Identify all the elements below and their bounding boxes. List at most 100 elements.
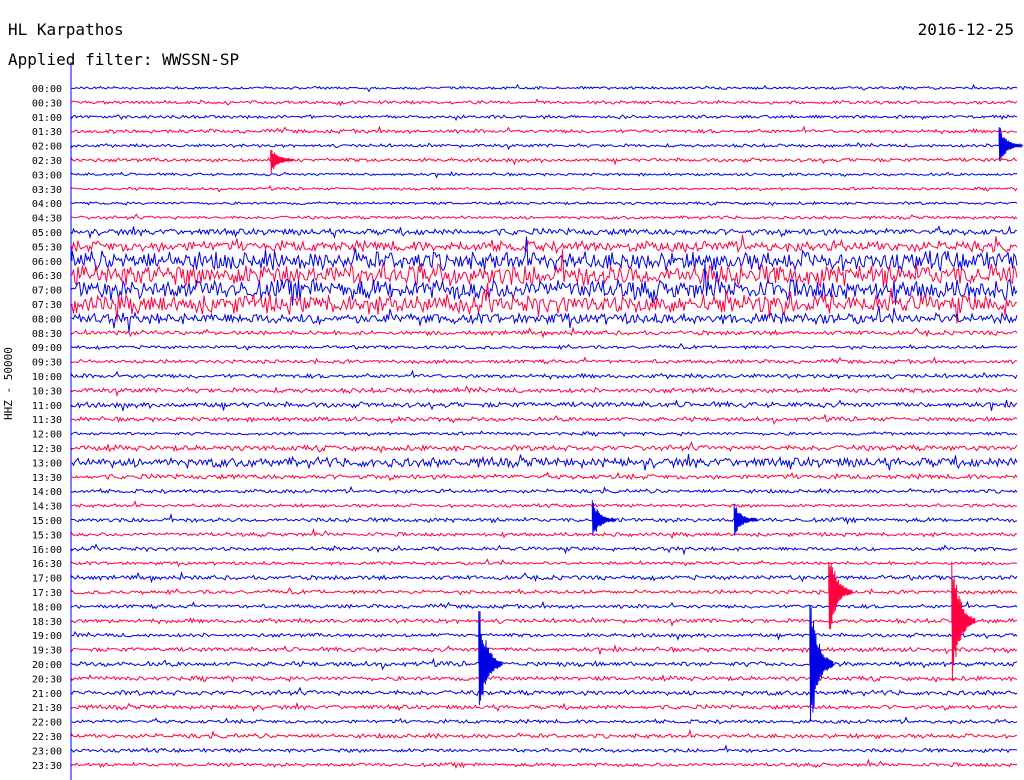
- time-labels: 00:00 00:30 01:00 01:30 02:00 02:30 03:00 03:30…: [32, 84, 62, 772]
- trace-row: [71, 631, 1018, 641]
- trace-row: [71, 485, 1018, 495]
- time-label: 15:30: [32, 530, 62, 541]
- time-label: 18:00: [32, 602, 62, 613]
- time-label: 17:30: [32, 588, 62, 599]
- time-label: 19:30: [32, 646, 62, 657]
- trace-row: [71, 586, 1018, 596]
- time-label: 14:00: [32, 487, 62, 498]
- time-label: 09:00: [32, 343, 62, 354]
- trace-row: [71, 600, 1018, 610]
- trace-row: [71, 142, 1018, 151]
- time-label: 20:30: [32, 674, 62, 685]
- trace-row: [71, 673, 1018, 684]
- time-label: 13:30: [32, 473, 62, 484]
- trace-row: [71, 571, 1018, 584]
- trace-row: [71, 224, 1018, 240]
- time-label: 21:30: [32, 703, 62, 714]
- trace-row: [71, 558, 1018, 568]
- trace-row: [71, 356, 1018, 365]
- time-label: 22:00: [32, 718, 62, 729]
- time-label: 01:00: [32, 113, 62, 124]
- trace-row: [71, 643, 1018, 655]
- trace-row: [71, 83, 1018, 93]
- time-label: 03:30: [32, 185, 62, 196]
- traces: [71, 83, 1018, 770]
- trace-row: [71, 234, 1018, 255]
- trace-row: [71, 125, 1017, 135]
- time-label: 04:30: [32, 214, 62, 225]
- time-label: 17:00: [32, 574, 62, 585]
- time-label: 23:00: [32, 746, 62, 757]
- time-label: 04:00: [32, 199, 62, 210]
- trace-row: [71, 471, 1018, 482]
- trace-row: [71, 543, 1018, 556]
- station-name: HL Karpathos: [8, 20, 124, 39]
- seismogram-plot: 00:00 00:30 01:00 01:30 02:00 02:30 03:00 03:30…: [32, 62, 1023, 780]
- time-label: 13:00: [32, 458, 62, 469]
- trace-row: [71, 305, 1018, 333]
- trace-row: [71, 98, 1018, 107]
- trace-row: [71, 369, 1018, 380]
- time-label: 16:30: [32, 559, 62, 570]
- event-spikes: [270, 127, 1023, 722]
- time-label: 00:00: [32, 84, 62, 95]
- channel-label: HHZ - 50000: [2, 347, 15, 420]
- trace-row: [71, 185, 1018, 193]
- time-label: 00:30: [32, 98, 62, 109]
- applied-filter: Applied filter: WWSSN-SP: [8, 50, 240, 69]
- trace-row: [71, 728, 1018, 740]
- trace-row: [71, 527, 1018, 540]
- trace-row: [71, 114, 1018, 121]
- trace-row: [71, 157, 1017, 166]
- trace-row: [71, 441, 1018, 454]
- trace-row: [71, 758, 1018, 770]
- trace-row: [71, 686, 1018, 697]
- time-label: 11:00: [32, 401, 62, 412]
- trace-row: [71, 326, 1018, 339]
- time-label: 21:00: [32, 689, 62, 700]
- time-label: 02:00: [32, 142, 62, 153]
- event-spike: [270, 149, 295, 174]
- record-date: 2016-12-25: [917, 20, 1014, 39]
- trace-row: [71, 200, 1018, 207]
- time-label: 08:30: [32, 329, 62, 340]
- trace-row: [71, 430, 1018, 437]
- time-label: 15:00: [32, 516, 62, 527]
- time-label: 16:00: [32, 545, 62, 556]
- trace-row: [71, 657, 1018, 671]
- time-label: 07:00: [32, 286, 62, 297]
- time-label: 03:00: [32, 170, 62, 181]
- trace-row: [71, 342, 1018, 351]
- time-label: 12:00: [32, 430, 62, 441]
- trace-row: [71, 616, 1018, 627]
- time-label: 23:30: [32, 761, 62, 772]
- trace-row: [71, 170, 1018, 179]
- time-label: 07:30: [32, 300, 62, 311]
- time-label: 12:30: [32, 444, 62, 455]
- time-label: 01:30: [32, 127, 62, 138]
- time-label: 05:00: [32, 228, 62, 239]
- time-label: 09:30: [32, 358, 62, 369]
- trace-row: [71, 500, 1018, 509]
- time-label: 06:30: [32, 271, 62, 282]
- time-label: 06:00: [32, 257, 62, 268]
- event-spike: [733, 503, 759, 536]
- trace-row: [71, 413, 1018, 426]
- trace-row: [71, 399, 1018, 411]
- time-label: 20:00: [32, 660, 62, 671]
- time-label: 02:30: [32, 156, 62, 167]
- event-spike: [828, 561, 853, 630]
- time-label: 19:00: [32, 631, 62, 642]
- trace-row: [71, 512, 1018, 526]
- time-label: 10:30: [32, 386, 62, 397]
- trace-row: [71, 385, 1018, 398]
- trace-row: [71, 744, 1018, 754]
- trace-row: [71, 236, 1018, 272]
- time-label: 18:30: [32, 617, 62, 628]
- time-label: 08:00: [32, 314, 62, 325]
- time-label: 22:30: [32, 732, 62, 743]
- time-label: 14:30: [32, 502, 62, 513]
- trace-row: [71, 701, 1018, 713]
- time-label: 11:30: [32, 415, 62, 426]
- time-label: 10:00: [32, 372, 62, 383]
